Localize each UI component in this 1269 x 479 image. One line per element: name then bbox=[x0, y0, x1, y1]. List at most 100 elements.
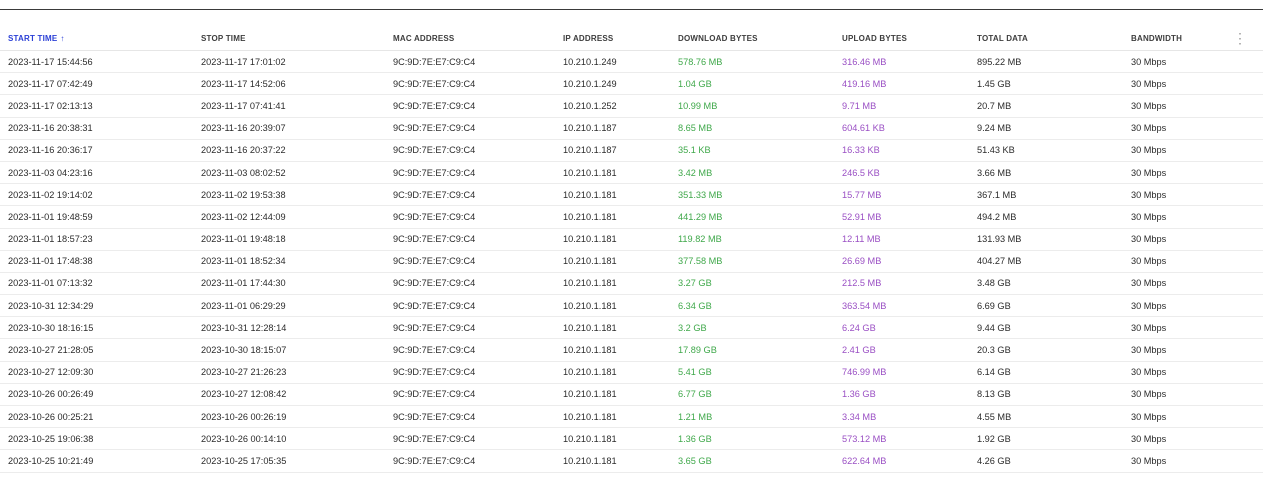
cell-stop-time: 2023-11-16 20:37:22 bbox=[201, 145, 286, 156]
column-header-bandwidth[interactable]: BANDWIDTH bbox=[1123, 34, 1233, 43]
more-vertical-icon: ⋮ bbox=[1233, 29, 1247, 46]
table-row[interactable]: 2023-11-01 19:48:59 2023-11-02 12:44:09 9C… bbox=[0, 206, 1263, 229]
cell-upload-bytes: 622.64 MB bbox=[842, 455, 887, 466]
cell-mac-address: 9C:9D:7E:E7:C9:C4 bbox=[393, 345, 476, 356]
cell-upload-bytes: 26.69 MB bbox=[842, 256, 882, 267]
cell-ip-address: 10.210.1.181 bbox=[563, 389, 617, 400]
cell-total-data: 20.3 GB bbox=[977, 345, 1011, 356]
table-row[interactable]: 2023-11-01 18:57:23 2023-11-01 19:48:18 9C… bbox=[0, 229, 1263, 251]
table-row[interactable]: 2023-11-01 17:48:38 2023-11-01 18:52:34 9C… bbox=[0, 251, 1263, 273]
cell-mac-address: 9C:9D:7E:E7:C9:C4 bbox=[393, 367, 476, 378]
column-header-start-time[interactable]: START TIME ↑ bbox=[0, 34, 193, 43]
cell-upload-bytes: 16.33 KB bbox=[842, 145, 880, 156]
cell-download-bytes: 6.77 GB bbox=[678, 389, 712, 400]
cell-upload-bytes: 212.5 MB bbox=[842, 278, 882, 289]
cell-bandwidth: 30 Mbps bbox=[1131, 256, 1167, 267]
table-row[interactable]: 2023-10-30 18:16:15 2023-10-31 12:28:14 9C… bbox=[0, 317, 1263, 340]
table-row[interactable]: 2023-10-25 19:06:38 2023-10-26 00:14:10 9C… bbox=[0, 428, 1263, 451]
cell-start-time: 2023-11-01 07:13:32 bbox=[8, 278, 93, 289]
table-row[interactable]: 2023-10-26 00:26:49 2023-10-27 12:08:42 9C… bbox=[0, 384, 1263, 406]
table-row[interactable]: 2023-11-02 19:14:02 2023-11-02 19:53:38 9C… bbox=[0, 184, 1263, 207]
cell-upload-bytes: 604.61 KB bbox=[842, 123, 885, 134]
column-header-mac-address[interactable]: MAC ADDRESS bbox=[385, 34, 555, 43]
column-header-upload-bytes[interactable]: UPLOAD BYTES bbox=[834, 34, 969, 43]
cell-ip-address: 10.210.1.181 bbox=[563, 189, 617, 200]
cell-total-data: 3.66 MB bbox=[977, 167, 1012, 178]
cell-ip-address: 10.210.1.181 bbox=[563, 167, 617, 178]
cell-total-data: 1.45 GB bbox=[977, 78, 1011, 89]
column-header-total-data[interactable]: TOTAL DATA bbox=[969, 34, 1123, 43]
cell-bandwidth: 30 Mbps bbox=[1131, 78, 1167, 89]
cell-ip-address: 10.210.1.249 bbox=[563, 78, 617, 89]
cell-download-bytes: 1.36 GB bbox=[678, 433, 712, 444]
cell-ip-address: 10.210.1.181 bbox=[563, 367, 617, 378]
column-header-stop-time[interactable]: STOP TIME bbox=[193, 34, 385, 43]
cell-ip-address: 10.210.1.181 bbox=[563, 322, 617, 333]
table-row[interactable]: 2023-10-25 10:21:49 2023-10-25 17:05:35 9C… bbox=[0, 450, 1263, 473]
cell-stop-time: 2023-10-26 00:14:10 bbox=[201, 433, 287, 444]
table-row[interactable]: 2023-10-31 12:34:29 2023-11-01 06:29:29 9C… bbox=[0, 295, 1263, 318]
cell-ip-address: 10.210.1.181 bbox=[563, 300, 617, 311]
cell-ip-address: 10.210.1.181 bbox=[563, 256, 617, 267]
table-row[interactable]: 2023-11-01 07:13:32 2023-11-01 17:44:30 9C… bbox=[0, 273, 1263, 296]
cell-bandwidth: 30 Mbps bbox=[1131, 167, 1167, 178]
column-header-download-bytes[interactable]: DOWNLOAD BYTES bbox=[670, 34, 834, 43]
cell-mac-address: 9C:9D:7E:E7:C9:C4 bbox=[393, 322, 476, 333]
cell-stop-time: 2023-11-01 19:48:18 bbox=[201, 234, 286, 245]
cell-upload-bytes: 15.77 MB bbox=[842, 189, 882, 200]
cell-bandwidth: 30 Mbps bbox=[1131, 56, 1167, 67]
cell-upload-bytes: 746.99 MB bbox=[842, 367, 887, 378]
cell-upload-bytes: 573.12 MB bbox=[842, 433, 887, 444]
cell-bandwidth: 30 Mbps bbox=[1131, 322, 1167, 333]
cell-ip-address: 10.210.1.252 bbox=[563, 100, 617, 111]
cell-upload-bytes: 246.5 KB bbox=[842, 167, 880, 178]
table-row[interactable]: 2023-11-16 20:38:31 2023-11-16 20:39:07 9C… bbox=[0, 118, 1263, 140]
table-row[interactable]: 2023-11-17 15:44:56 2023-11-17 17:01:02 9C… bbox=[0, 51, 1263, 74]
cell-ip-address: 10.210.1.181 bbox=[563, 411, 617, 422]
cell-bandwidth: 30 Mbps bbox=[1131, 211, 1167, 222]
table-row[interactable]: 2023-10-27 21:28:05 2023-10-30 18:15:07 9C… bbox=[0, 339, 1263, 362]
cell-total-data: 3.48 GB bbox=[977, 278, 1011, 289]
cell-start-time: 2023-11-16 20:38:31 bbox=[8, 123, 93, 134]
column-header-ip-address[interactable]: IP ADDRESS bbox=[555, 34, 670, 43]
cell-total-data: 6.69 GB bbox=[977, 300, 1011, 311]
cell-start-time: 2023-11-03 04:23:16 bbox=[8, 167, 93, 178]
table-row[interactable]: 2023-10-27 12:09:30 2023-10-27 21:26:23 9C… bbox=[0, 362, 1263, 384]
table-row[interactable]: 2023-11-03 04:23:16 2023-11-03 08:02:52 9C… bbox=[0, 162, 1263, 185]
cell-start-time: 2023-11-17 07:42:49 bbox=[8, 78, 93, 89]
cell-start-time: 2023-11-01 17:48:38 bbox=[8, 256, 93, 267]
cell-bandwidth: 30 Mbps bbox=[1131, 455, 1167, 466]
table-row[interactable]: 2023-10-26 00:25:21 2023-10-26 00:26:19 9C… bbox=[0, 406, 1263, 429]
table-row[interactable]: 2023-11-16 20:36:17 2023-11-16 20:37:22 9C… bbox=[0, 140, 1263, 162]
cell-ip-address: 10.210.1.181 bbox=[563, 211, 617, 222]
table-header: START TIME ↑ STOP TIME MAC ADDRESS IP ADD… bbox=[0, 27, 1263, 51]
table-row[interactable]: 2023-11-17 07:42:49 2023-11-17 14:52:06 9C… bbox=[0, 73, 1263, 96]
cell-total-data: 4.26 GB bbox=[977, 455, 1011, 466]
cell-download-bytes: 5.41 GB bbox=[678, 367, 712, 378]
cell-total-data: 51.43 KB bbox=[977, 145, 1015, 156]
table-row[interactable]: 2023-11-17 02:13:13 2023-11-17 07:41:41 9C… bbox=[0, 95, 1263, 118]
cell-stop-time: 2023-10-31 12:28:14 bbox=[201, 322, 287, 333]
cell-mac-address: 9C:9D:7E:E7:C9:C4 bbox=[393, 145, 476, 156]
cell-mac-address: 9C:9D:7E:E7:C9:C4 bbox=[393, 123, 476, 134]
cell-start-time: 2023-10-27 12:09:30 bbox=[8, 367, 94, 378]
cell-upload-bytes: 2.41 GB bbox=[842, 345, 876, 356]
cell-stop-time: 2023-11-16 20:39:07 bbox=[201, 123, 286, 134]
cell-stop-time: 2023-11-17 14:52:06 bbox=[201, 78, 286, 89]
cell-stop-time: 2023-11-01 18:52:34 bbox=[201, 256, 286, 267]
cell-download-bytes: 3.2 GB bbox=[678, 322, 707, 333]
cell-bandwidth: 30 Mbps bbox=[1131, 345, 1167, 356]
cell-bandwidth: 30 Mbps bbox=[1131, 189, 1167, 200]
cell-mac-address: 9C:9D:7E:E7:C9:C4 bbox=[393, 300, 476, 311]
cell-mac-address: 9C:9D:7E:E7:C9:C4 bbox=[393, 78, 476, 89]
cell-total-data: 1.92 GB bbox=[977, 433, 1011, 444]
cell-start-time: 2023-10-27 21:28:05 bbox=[8, 345, 94, 356]
cell-mac-address: 9C:9D:7E:E7:C9:C4 bbox=[393, 278, 476, 289]
cell-upload-bytes: 3.34 MB bbox=[842, 411, 877, 422]
cell-start-time: 2023-11-17 15:44:56 bbox=[8, 56, 93, 67]
cell-stop-time: 2023-11-03 08:02:52 bbox=[201, 167, 286, 178]
cell-ip-address: 10.210.1.181 bbox=[563, 278, 617, 289]
cell-stop-time: 2023-11-17 17:01:02 bbox=[201, 56, 286, 67]
cell-stop-time: 2023-10-27 21:26:23 bbox=[201, 367, 287, 378]
column-options-button[interactable]: ⋮ bbox=[1233, 29, 1263, 46]
